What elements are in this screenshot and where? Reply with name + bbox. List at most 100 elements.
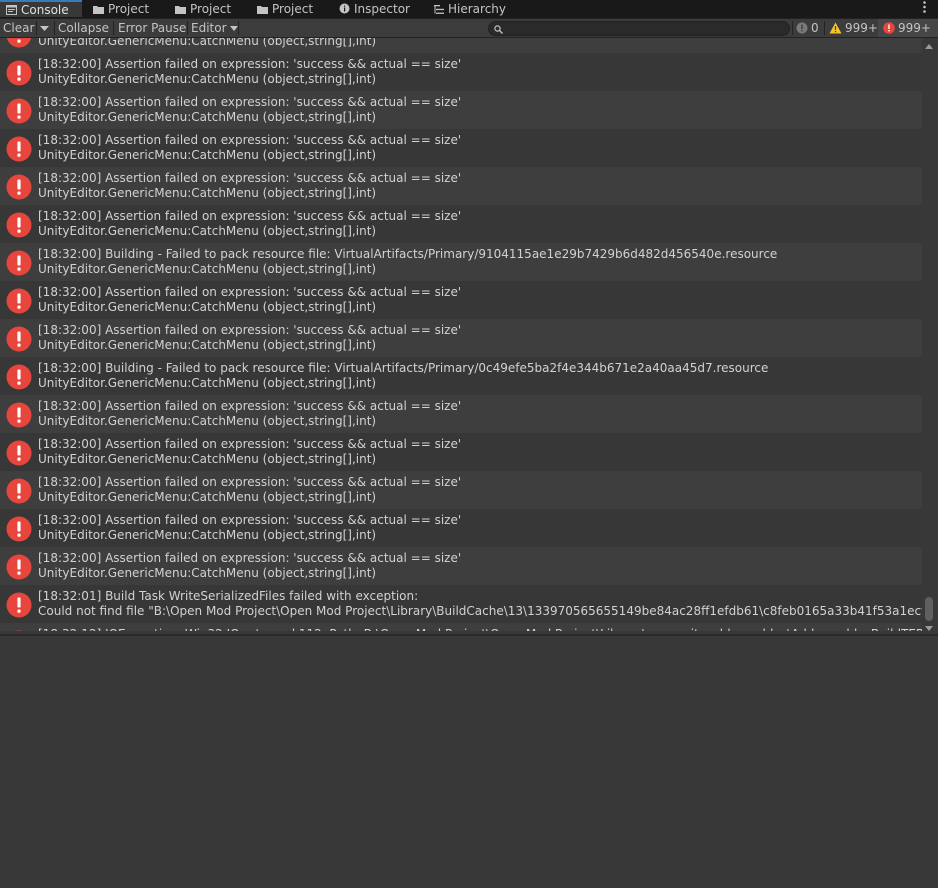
error-pause-toggle[interactable]: Error Pause (118, 19, 186, 37)
log-message: [18:32:00] Assertion failed on expressio… (38, 209, 462, 223)
log-entry-row[interactable]: [18:32:00] Assertion failed on expressio… (0, 395, 922, 433)
log-entry-row[interactable]: [18:32:00] Building - Failed to pack res… (0, 357, 922, 395)
info-icon (339, 1, 350, 19)
log-entry-row[interactable]: [18:32:00] Assertion failed on expressio… (0, 281, 922, 319)
folder-icon (93, 1, 104, 19)
divider (113, 21, 114, 35)
log-message: [18:32:00] Assertion failed on expressio… (38, 171, 462, 185)
error-icon (6, 364, 32, 390)
log-stack-line: UnityEditor.GenericMenu:CatchMenu (objec… (38, 452, 377, 466)
tab-project-3[interactable]: Project (257, 0, 313, 18)
error-icon (6, 516, 32, 542)
log-message: [18:32:00] Assertion failed on expressio… (38, 513, 462, 527)
divider (187, 21, 188, 35)
search-icon (494, 23, 503, 37)
log-entry-row[interactable]: [18:32:00] Assertion failed on expressio… (0, 471, 922, 509)
console-log-list: [18:32:00] Assertion failed on expressio… (0, 38, 922, 631)
log-entry-row[interactable]: [18:32:12] IOException: Win32 IO returne… (0, 623, 922, 631)
log-entry-row[interactable]: [18:32:00] Assertion failed on expressio… (0, 129, 922, 167)
log-entry-row[interactable]: [18:32:00] Assertion failed on expressio… (0, 91, 922, 129)
error-count-toggle[interactable]: 999+ (878, 19, 938, 37)
log-stack-line: UnityEditor.GenericMenu:CatchMenu (objec… (38, 148, 377, 162)
log-stack-line: UnityEditor.GenericMenu:CatchMenu (objec… (38, 338, 377, 352)
collapse-toggle[interactable]: Collapse (58, 19, 109, 37)
log-message: [18:32:12] IOException: Win32 IO returne… (38, 627, 922, 631)
window-tab-bar: Console Project Project Project Inspecto… (0, 0, 938, 19)
log-stack-line: UnityEditor.GenericMenu:CatchMenu (objec… (38, 566, 377, 580)
tab-label: Project (108, 2, 150, 16)
tab-label: Hierarchy (448, 2, 507, 16)
tab-label: Inspector (354, 2, 410, 16)
tab-hierarchy[interactable]: Hierarchy (434, 0, 506, 18)
log-stack-line: Could not find file "B:\Open Mod Project… (38, 604, 922, 618)
log-entry-row[interactable]: [18:32:00] Assertion failed on expressio… (0, 205, 922, 243)
tab-inspector[interactable]: Inspector (339, 0, 410, 18)
error-icon (6, 98, 32, 124)
warning-count: 999+ (845, 21, 878, 35)
log-stack-line: UnityEditor.GenericMenu:CatchMenu (objec… (38, 528, 377, 542)
log-entry-row[interactable]: [18:32:01] Build Task WriteSerializedFil… (0, 585, 922, 623)
log-entry-row[interactable]: [18:32:00] Assertion failed on expressio… (0, 433, 922, 471)
error-icon (6, 592, 32, 618)
search-input[interactable] (488, 21, 790, 36)
stack-trace-panel (0, 636, 938, 888)
error-icon (6, 554, 32, 580)
log-stack-line: UnityEditor.GenericMenu:CatchMenu (objec… (38, 262, 377, 276)
scroll-up-arrow-icon[interactable] (925, 44, 933, 49)
hierarchy-icon (434, 1, 444, 19)
log-entry-row[interactable]: [18:32:00] Assertion failed on expressio… (0, 547, 922, 585)
folder-icon (257, 1, 268, 19)
log-entry-row[interactable]: [18:32:00] Building - Failed to pack res… (0, 243, 922, 281)
log-entry-row[interactable]: [18:32:00] Assertion failed on expressio… (0, 509, 922, 547)
log-message: [18:32:00] Assertion failed on expressio… (38, 57, 462, 71)
divider (792, 21, 793, 35)
log-message: [18:32:00] Building - Failed to pack res… (38, 247, 778, 261)
log-message: [18:32:00] Assertion failed on expressio… (38, 95, 462, 109)
error-icon (6, 60, 32, 86)
log-message: [18:32:00] Assertion failed on expressio… (38, 285, 462, 299)
log-list-scrollbar[interactable] (922, 38, 938, 635)
info-log-icon (796, 21, 808, 39)
log-stack-line: UnityEditor.GenericMenu:CatchMenu (objec… (38, 72, 377, 86)
log-message: [18:32:00] Building - Failed to pack res… (38, 361, 769, 375)
more-options-icon[interactable] (923, 1, 926, 16)
divider (54, 21, 55, 35)
log-entry-row[interactable]: [18:32:00] Assertion failed on expressio… (0, 53, 922, 91)
log-stack-line: UnityEditor.GenericMenu:CatchMenu (objec… (38, 186, 377, 200)
log-entry-row[interactable]: [18:32:00] Assertion failed on expressio… (0, 319, 922, 357)
log-stack-line: UnityEditor.GenericMenu:CatchMenu (objec… (38, 224, 377, 238)
divider (36, 21, 37, 35)
log-stack-line: UnityEditor.GenericMenu:CatchMenu (objec… (38, 38, 377, 48)
divider (238, 21, 239, 35)
log-message: [18:32:01] Build Task WriteSerializedFil… (38, 589, 419, 603)
log-message: [18:32:00] Assertion failed on expressio… (38, 133, 462, 147)
log-stack-line: UnityEditor.GenericMenu:CatchMenu (objec… (38, 490, 377, 504)
log-stack-line: UnityEditor.GenericMenu:CatchMenu (objec… (38, 376, 377, 390)
log-message: [18:32:00] Assertion failed on expressio… (38, 437, 462, 451)
error-icon (6, 174, 32, 200)
log-count-toggle[interactable]: 0 (796, 19, 819, 37)
scroll-down-arrow-icon[interactable] (925, 626, 933, 631)
log-entry-row[interactable]: [18:32:00] Assertion failed on expressio… (0, 38, 922, 53)
console-toolbar: Clear Collapse Error Pause Editor 0 999+… (0, 19, 938, 38)
tab-project-2[interactable]: Project (175, 0, 231, 18)
warning-count-toggle[interactable]: 999+ (829, 19, 878, 37)
scrollbar-thumb[interactable] (925, 597, 933, 621)
error-icon (883, 21, 895, 39)
tab-project-1[interactable]: Project (93, 0, 149, 18)
log-message: [18:32:00] Assertion failed on expressio… (38, 475, 462, 489)
error-count: 999+ (898, 21, 931, 35)
editor-dropdown-label: Editor (191, 21, 227, 35)
tab-console[interactable]: Console (0, 0, 82, 17)
tab-label: Console (21, 3, 69, 17)
log-message: [18:32:00] Assertion failed on expressio… (38, 323, 462, 337)
log-count: 0 (811, 21, 819, 35)
editor-dropdown[interactable]: Editor (191, 19, 239, 37)
clear-options-dropdown[interactable] (40, 19, 52, 37)
log-entry-row[interactable]: [18:32:00] Assertion failed on expressio… (0, 167, 922, 205)
error-icon (6, 630, 32, 631)
log-stack-line: UnityEditor.GenericMenu:CatchMenu (objec… (38, 300, 377, 314)
error-icon (6, 288, 32, 314)
clear-button[interactable]: Clear (3, 19, 34, 37)
error-icon (6, 212, 32, 238)
